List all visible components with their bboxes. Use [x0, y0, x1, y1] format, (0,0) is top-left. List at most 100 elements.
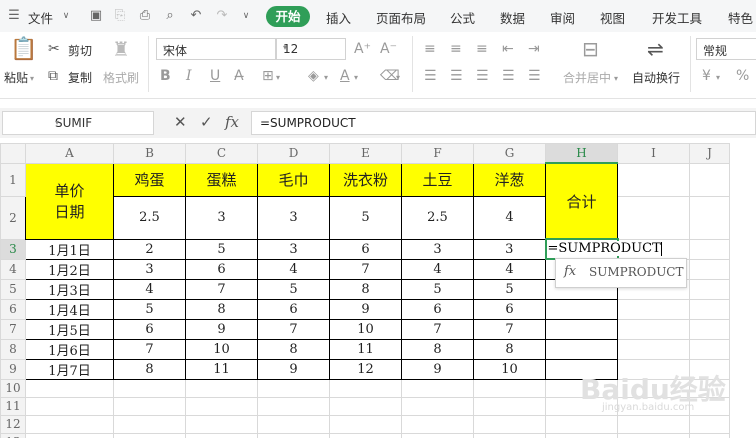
column-header-d[interactable]: D	[257, 143, 330, 164]
row-header-1[interactable]: 1	[0, 162, 26, 197]
quantity-cell[interactable]: 3	[473, 238, 546, 260]
bold-icon[interactable]: B	[160, 68, 171, 84]
cell[interactable]	[617, 318, 690, 340]
quantity-cell[interactable]: 4	[257, 258, 330, 280]
underline-icon[interactable]: U	[210, 68, 220, 84]
quantity-cell[interactable]: 7	[401, 318, 474, 340]
column-header-g[interactable]: G	[473, 143, 546, 164]
wrap-text-button[interactable]: 自动换行	[632, 69, 680, 86]
indent-increase-icon[interactable]: ⇥	[528, 41, 540, 57]
quantity-cell[interactable]: 4	[113, 278, 186, 300]
item-header-cell[interactable]: 洗衣粉	[329, 162, 402, 197]
function-suggestion[interactable]: SUMPRODUCT	[589, 265, 684, 279]
column-header-e[interactable]: E	[329, 143, 402, 164]
chevron-down-icon[interactable]: ▾	[396, 70, 400, 86]
quantity-cell[interactable]: 12	[329, 358, 402, 380]
cell[interactable]	[689, 238, 730, 260]
date-cell[interactable]: 1月5日	[25, 318, 114, 340]
copy-button[interactable]: 复制	[68, 69, 92, 86]
tab-view[interactable]: 视图	[600, 8, 625, 27]
column-header-j[interactable]: J	[689, 143, 730, 164]
quantity-cell[interactable]: 3	[401, 238, 474, 260]
cut-button[interactable]: 剪切	[68, 42, 92, 59]
price-cell[interactable]: 3	[257, 195, 330, 240]
font-name-select[interactable]: 宋体 ▾	[156, 38, 276, 60]
item-header-cell[interactable]: 蛋糕	[185, 162, 258, 197]
cell[interactable]	[617, 298, 690, 320]
cell[interactable]	[617, 338, 690, 360]
copy-icon[interactable]: ⧉	[48, 68, 58, 84]
align-bottom-icon[interactable]: ≡	[476, 41, 488, 57]
quantity-cell[interactable]: 7	[113, 338, 186, 360]
quantity-cell[interactable]: 10	[329, 318, 402, 340]
cell[interactable]	[185, 432, 258, 438]
tab-developer[interactable]: 开发工具	[652, 8, 702, 27]
price-cell[interactable]: 2.5	[401, 195, 474, 240]
item-header-cell[interactable]: 土豆	[401, 162, 474, 197]
row-header-3[interactable]: 3	[0, 238, 26, 260]
justify-icon[interactable]: ☰	[502, 68, 515, 84]
quantity-cell[interactable]: 6	[185, 258, 258, 280]
increase-font-icon[interactable]: A⁺	[354, 41, 371, 57]
quantity-cell[interactable]: 10	[473, 358, 546, 380]
item-header-cell[interactable]: 洋葱	[473, 162, 546, 197]
paste-icon[interactable]: 📋	[10, 38, 37, 62]
quantity-cell[interactable]: 6	[401, 298, 474, 320]
cell[interactable]	[25, 414, 114, 434]
cell[interactable]	[25, 378, 114, 398]
tab-page-layout[interactable]: 页面布局	[376, 8, 426, 27]
quantity-cell[interactable]: 8	[401, 338, 474, 360]
chevron-down-icon[interactable]: ▾	[324, 70, 328, 86]
quantity-cell[interactable]: 7	[473, 318, 546, 340]
print-preview-icon[interactable]: ⌕	[162, 8, 178, 24]
undo-icon[interactable]: ↶	[188, 8, 204, 24]
align-center-icon[interactable]: ☰	[450, 68, 463, 84]
row-header-8[interactable]: 8	[0, 338, 26, 360]
cell[interactable]	[113, 378, 186, 398]
paste-button[interactable]: 粘贴	[4, 69, 28, 86]
cell[interactable]	[257, 378, 330, 398]
cell[interactable]	[329, 396, 402, 416]
align-left-icon[interactable]: ☰	[424, 68, 437, 84]
indent-decrease-icon[interactable]: ⇤	[502, 41, 514, 57]
column-header-i[interactable]: I	[617, 143, 690, 164]
quantity-cell[interactable]: 9	[257, 358, 330, 380]
menu-icon[interactable]: ☰	[6, 8, 22, 24]
italic-icon[interactable]: I	[186, 68, 192, 84]
quantity-cell[interactable]: 6	[473, 298, 546, 320]
quantity-cell[interactable]: 5	[401, 278, 474, 300]
price-cell[interactable]: 2.5	[113, 195, 186, 240]
save-icon[interactable]: ▣	[88, 8, 104, 24]
cell[interactable]	[689, 318, 730, 340]
total-header-cell[interactable]: 合计	[545, 162, 618, 240]
distribute-icon[interactable]: ☰	[528, 68, 541, 84]
quantity-cell[interactable]: 8	[185, 298, 258, 320]
cell[interactable]	[257, 414, 330, 434]
chevron-down-icon[interactable]: ∨	[58, 8, 74, 24]
cell[interactable]	[113, 432, 186, 438]
date-cell[interactable]: 1月6日	[25, 338, 114, 360]
row-header-13[interactable]: 13	[0, 432, 26, 438]
row-header-12[interactable]: 12	[0, 414, 26, 434]
cell[interactable]	[401, 414, 474, 434]
column-header-b[interactable]: B	[113, 143, 186, 164]
cell[interactable]	[473, 396, 546, 416]
column-header-a[interactable]: A	[25, 143, 114, 164]
total-cell[interactable]	[545, 338, 618, 360]
function-autocomplete[interactable]: fx SUMPRODUCT	[555, 258, 687, 288]
cell[interactable]	[617, 432, 690, 438]
cell[interactable]	[617, 195, 690, 240]
quantity-cell[interactable]: 7	[257, 318, 330, 340]
export-icon[interactable]: ⎘	[112, 8, 128, 24]
quantity-cell[interactable]: 3	[257, 238, 330, 260]
quantity-cell[interactable]: 3	[113, 258, 186, 280]
row-header-10[interactable]: 10	[0, 378, 26, 398]
percent-icon[interactable]: %	[736, 68, 749, 84]
scissors-icon[interactable]: ✂	[48, 41, 60, 57]
quantity-cell[interactable]: 9	[401, 358, 474, 380]
cell[interactable]	[473, 414, 546, 434]
row-header-6[interactable]: 6	[0, 298, 26, 320]
align-middle-icon[interactable]: ≡	[450, 41, 462, 57]
cell[interactable]	[473, 432, 546, 438]
cell[interactable]	[689, 258, 730, 280]
